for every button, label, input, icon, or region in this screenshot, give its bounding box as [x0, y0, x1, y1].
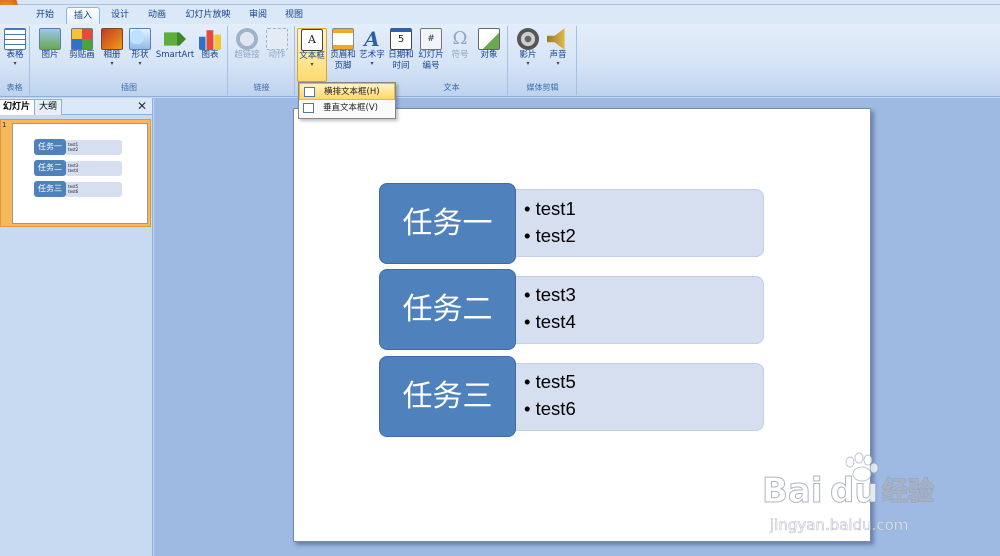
- object-button[interactable]: 对象: [476, 28, 502, 61]
- clipart-button[interactable]: 剪贴画: [65, 28, 99, 61]
- thumb-task-2: 任务二: [34, 160, 66, 176]
- chart-button[interactable]: 图表: [197, 28, 223, 61]
- tab-outline[interactable]: 大纲: [34, 99, 63, 115]
- thumb-bar-2: test3 test4: [65, 161, 122, 176]
- task-3-title-box[interactable]: 任务三: [379, 356, 516, 437]
- action-button[interactable]: 动作: [263, 28, 291, 61]
- watermark-cn: 经验: [882, 476, 934, 507]
- picture-icon: [39, 28, 61, 50]
- slide-number-button[interactable]: # 幻灯片 编号: [416, 28, 446, 72]
- shapes-icon: [129, 28, 151, 50]
- shapes-button[interactable]: 形状 ▾: [127, 28, 153, 67]
- slide-thumbnail-selected[interactable]: 1 test1 test2 任务一 test3 test4 任务二 test5 tes…: [0, 119, 151, 227]
- symbol-button[interactable]: Ω 符号: [447, 28, 473, 61]
- calendar-icon: 5: [390, 28, 412, 50]
- watermark-brand: Bai: [762, 471, 823, 511]
- header-footer-icon: [332, 28, 354, 50]
- task-3-bullets[interactable]: • test5 • test6: [524, 368, 576, 422]
- slide-thumbnail: test1 test2 任务一 test3 test4 任务二 test5 test6…: [12, 123, 148, 224]
- watermark-graphic: Bai du 经验 jingyan.baidu.com: [762, 452, 935, 534]
- tab-review[interactable]: 审阅: [242, 7, 274, 24]
- tab-insert[interactable]: 插入: [66, 7, 100, 24]
- thumb-task-3: 任务三: [34, 181, 66, 197]
- pane-tabs: 幻灯片 大纲 ✕: [0, 98, 152, 115]
- action-icon: [266, 28, 288, 50]
- sound-button[interactable]: 声音 ▾: [543, 28, 573, 67]
- tab-slides[interactable]: 幻灯片: [0, 99, 36, 115]
- horizontal-textbox-icon: [304, 87, 315, 97]
- task-2-bullets[interactable]: • test3 • test4: [524, 281, 576, 335]
- wordart-icon: A: [364, 27, 380, 51]
- thumb-bar-3: test5 test6: [65, 182, 122, 197]
- bullet-item: • test5: [524, 371, 576, 392]
- album-button[interactable]: 相册 ▾: [99, 28, 125, 67]
- bar-chart-icon: [199, 30, 221, 50]
- bullet-item: • test2: [524, 225, 576, 246]
- task-2-title-box[interactable]: 任务二: [379, 269, 516, 350]
- hyperlink-button[interactable]: 超链接: [232, 28, 262, 61]
- menu-item-horizontal-textbox[interactable]: 横排文本框(H): [299, 83, 395, 100]
- hyperlink-icon: [236, 28, 258, 50]
- group-illustrations: 图片 剪贴画 相册 ▾ 形状 ▾ SmartArt 图表 插图: [31, 26, 228, 95]
- object-icon: [478, 28, 500, 50]
- thumb-bar-1: test1 test2: [65, 140, 122, 155]
- header-footer-button[interactable]: 页眉和 页脚: [328, 28, 358, 72]
- photo-album-icon: [101, 28, 123, 50]
- bullet-item: • test6: [524, 398, 576, 419]
- omega-icon: Ω: [452, 28, 468, 49]
- close-icon[interactable]: ✕: [137, 98, 147, 114]
- slide-number-icon: #: [420, 28, 442, 50]
- textbox-button[interactable]: A 文本框 ▾: [297, 28, 327, 82]
- watermark-url: jingyan.baidu.com: [769, 516, 908, 534]
- group-media: 影片 ▾ 声音 ▾ 媒体剪辑: [509, 26, 577, 95]
- slide-number: 1: [2, 121, 7, 129]
- ribbon: 表格 ▾ 表格 图片 剪贴画 相册 ▾ 形状 ▾ SmartArt 图表 插图 …: [0, 24, 1000, 97]
- picture-button[interactable]: 图片: [37, 28, 63, 61]
- textbox-dropdown-menu: 横排文本框(H) 垂直文本框(V): [298, 82, 396, 119]
- bullet-item: • test4: [524, 311, 576, 332]
- menu-item-vertical-textbox[interactable]: 垂直文本框(V): [299, 100, 395, 117]
- clipart-icon: [71, 28, 93, 50]
- group-label-illustrations: 插图: [121, 83, 137, 92]
- group-label-links: 链接: [253, 83, 270, 92]
- tab-view[interactable]: 视图: [278, 7, 310, 24]
- datetime-button[interactable]: 5 日期和 时间: [386, 28, 416, 72]
- vertical-textbox-icon: [303, 103, 314, 113]
- film-reel-icon: [517, 28, 539, 50]
- movie-button[interactable]: 影片 ▾: [513, 28, 543, 67]
- group-label-table: 表格: [6, 83, 23, 92]
- group-links: 超链接 动作 链接: [229, 26, 295, 95]
- group-label-text: 文本: [443, 83, 460, 92]
- tab-design[interactable]: 设计: [104, 7, 136, 24]
- group-table: 表格 ▾ 表格: [0, 26, 30, 95]
- baidu-jingyan-watermark: Bai du 经验 jingyan.baidu.com: [762, 450, 992, 550]
- task-1-bullets[interactable]: • test1 • test2: [524, 195, 576, 249]
- textbox-icon: A: [301, 29, 323, 51]
- task-1-title-box[interactable]: 任务一: [379, 183, 516, 264]
- group-label-media: 媒体剪辑: [526, 83, 559, 92]
- slides-pane: 幻灯片 大纲 ✕ 1 test1 test2 任务一 test3 test4 任务二…: [0, 98, 153, 556]
- table-icon: [4, 28, 26, 50]
- bullet-item: • test3: [524, 284, 576, 305]
- smartart-button[interactable]: SmartArt: [155, 28, 195, 61]
- tab-animation[interactable]: 动画: [141, 7, 173, 24]
- watermark-brand-du: du: [830, 471, 879, 511]
- table-button[interactable]: 表格 ▾: [2, 28, 28, 67]
- thumb-task-1: 任务一: [34, 139, 66, 155]
- wordart-button[interactable]: A 艺术字 ▾: [358, 28, 386, 67]
- ribbon-tab-row: 开始 插入 设计 动画 幻灯片放映 审阅 视图: [0, 5, 1000, 24]
- smartart-icon: [164, 32, 186, 46]
- bullet-item: • test1: [524, 198, 576, 219]
- speaker-icon: [547, 28, 565, 50]
- tab-home[interactable]: 开始: [28, 7, 62, 24]
- tab-slideshow[interactable]: 幻灯片放映: [179, 7, 237, 24]
